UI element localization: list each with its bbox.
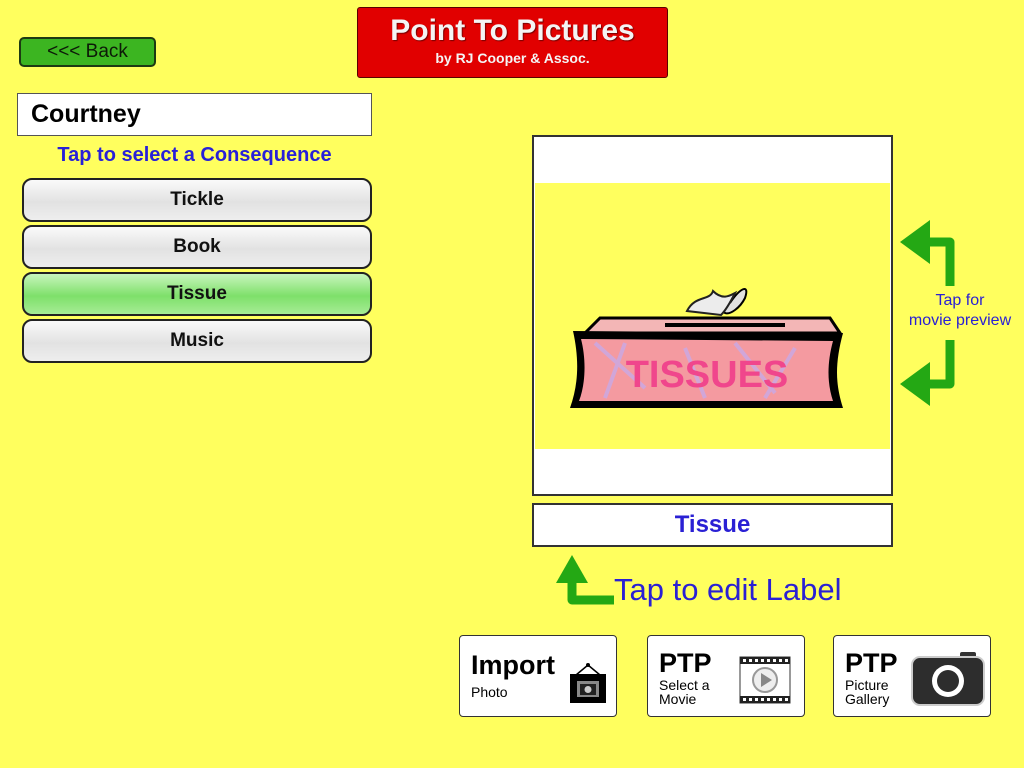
tissue-box-text: TISSUES	[626, 354, 789, 396]
import-photo-title: Import	[471, 650, 555, 680]
picture-image-area: TISSUES	[535, 183, 890, 449]
app-subtitle: by RJ Cooper & Assoc.	[435, 50, 590, 66]
framed-photo-icon	[570, 663, 606, 703]
consequence-item-music[interactable]: Music	[22, 319, 372, 363]
picture-gallery-subtitle-line2: Gallery	[845, 691, 890, 707]
import-photo-button[interactable]: Import Photo	[459, 635, 617, 717]
tissue-box-image: TISSUES	[570, 288, 843, 408]
consequence-item-book[interactable]: Book	[22, 225, 372, 269]
edit-label-hint: Tap to edit Label	[556, 550, 896, 610]
movie-preview-hint: Tap for movie preview	[896, 218, 1024, 408]
app-title: Point To Pictures	[390, 14, 635, 47]
picture-gallery-title: PTP	[845, 648, 898, 678]
select-movie-title: PTP	[659, 648, 712, 678]
movie-hint-line1: Tap for	[935, 292, 985, 309]
picture-label-field[interactable]: Tissue	[532, 503, 893, 547]
consequence-item-tickle[interactable]: Tickle	[22, 178, 372, 222]
film-play-icon	[739, 656, 791, 704]
left-turn-arrow-up-icon	[900, 220, 955, 286]
consequence-item-tissue[interactable]: Tissue	[22, 272, 372, 316]
student-name-field[interactable]: Courtney	[17, 93, 372, 136]
select-movie-button[interactable]: PTP Select a Movie	[647, 635, 805, 717]
movie-preview-hint-text: Tap for movie preview	[896, 291, 1024, 331]
picture-preview[interactable]: TISSUES	[532, 135, 893, 496]
import-photo-subtitle: Photo	[471, 684, 508, 700]
app-title-banner: Point To Pictures by RJ Cooper & Assoc.	[357, 7, 668, 78]
consequence-instruction: Tap to select a Consequence	[57, 144, 332, 166]
picture-gallery-button[interactable]: PTP Picture Gallery	[833, 635, 991, 717]
up-turn-arrow-icon	[556, 555, 614, 605]
select-movie-subtitle-line2: Movie	[659, 691, 697, 707]
camera-icon	[911, 652, 985, 706]
movie-hint-line2: movie preview	[908, 312, 1012, 329]
edit-label-hint-text: Tap to edit Label	[614, 572, 842, 607]
consequence-list: Tickle Book Tissue Music	[22, 178, 372, 366]
left-turn-arrow-down-icon	[900, 340, 955, 406]
back-button[interactable]: <<< Back	[19, 37, 156, 67]
